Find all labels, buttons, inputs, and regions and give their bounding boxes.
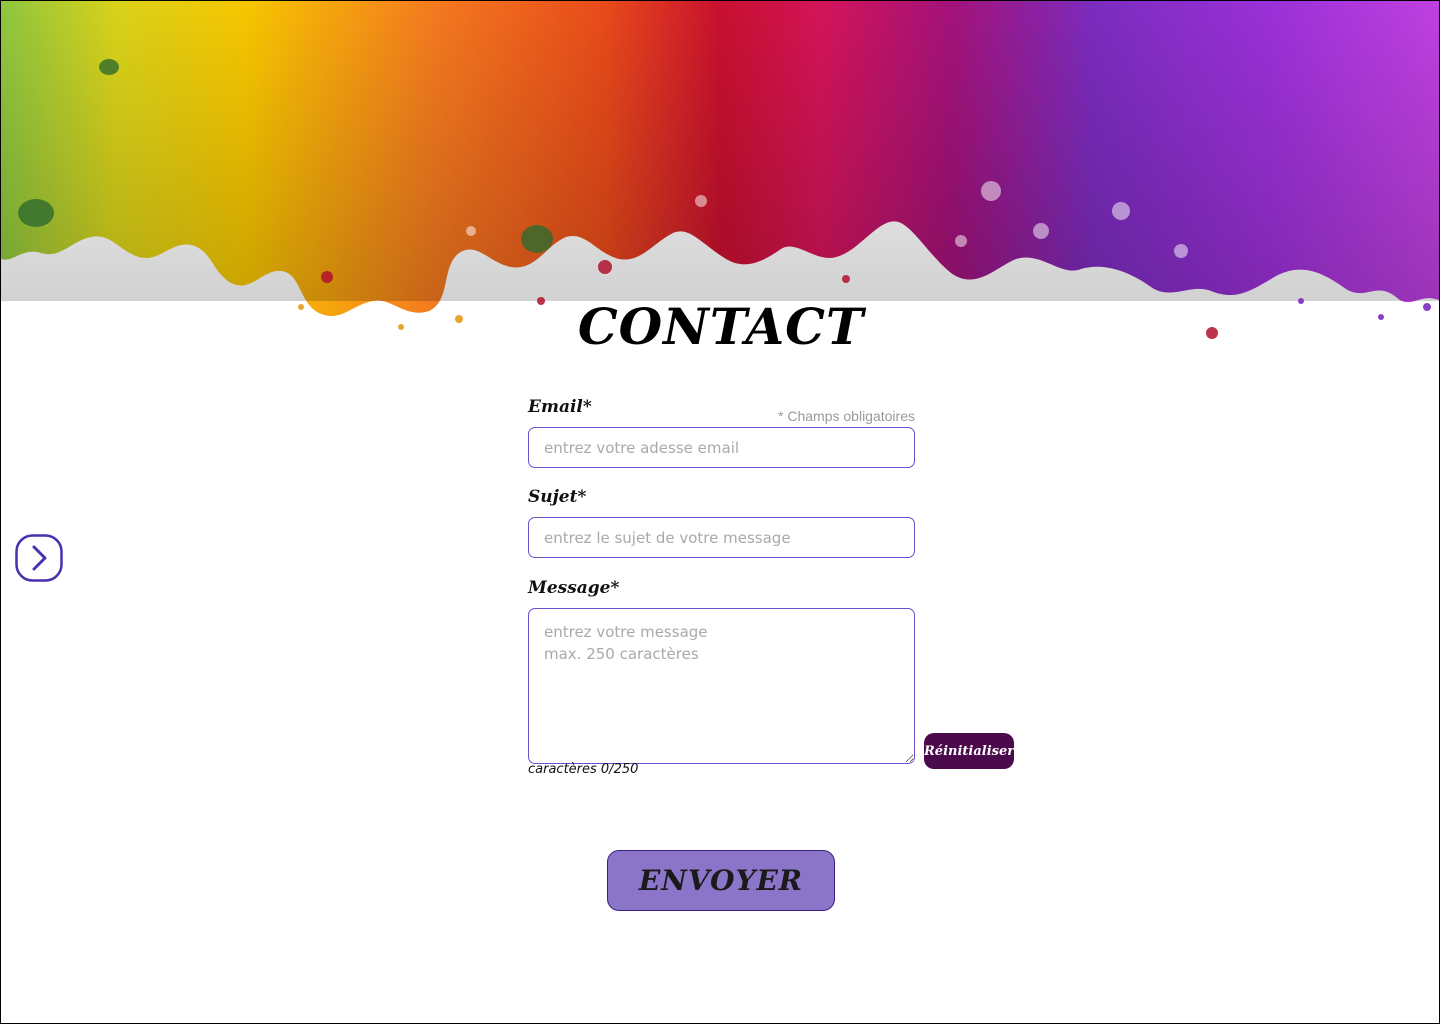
message-textarea[interactable]	[528, 608, 915, 764]
send-button[interactable]: ENVOYER	[607, 850, 835, 911]
next-page-button[interactable]	[15, 534, 63, 582]
message-label: Message*	[528, 578, 620, 598]
subject-input[interactable]	[528, 517, 915, 558]
contact-page: CONTACT Email* * Champs obligatoires Suj…	[0, 0, 1440, 1024]
character-counter: caractères 0/250	[528, 762, 639, 777]
subject-label: Sujet*	[528, 487, 587, 507]
email-label: Email*	[528, 397, 592, 417]
chevron-right-icon	[15, 534, 63, 582]
page-title: CONTACT	[577, 297, 865, 356]
email-input[interactable]	[528, 427, 915, 468]
reset-button[interactable]: Réinitialiser	[924, 733, 1014, 769]
required-fields-note: * Champs obligatoires	[778, 408, 915, 424]
